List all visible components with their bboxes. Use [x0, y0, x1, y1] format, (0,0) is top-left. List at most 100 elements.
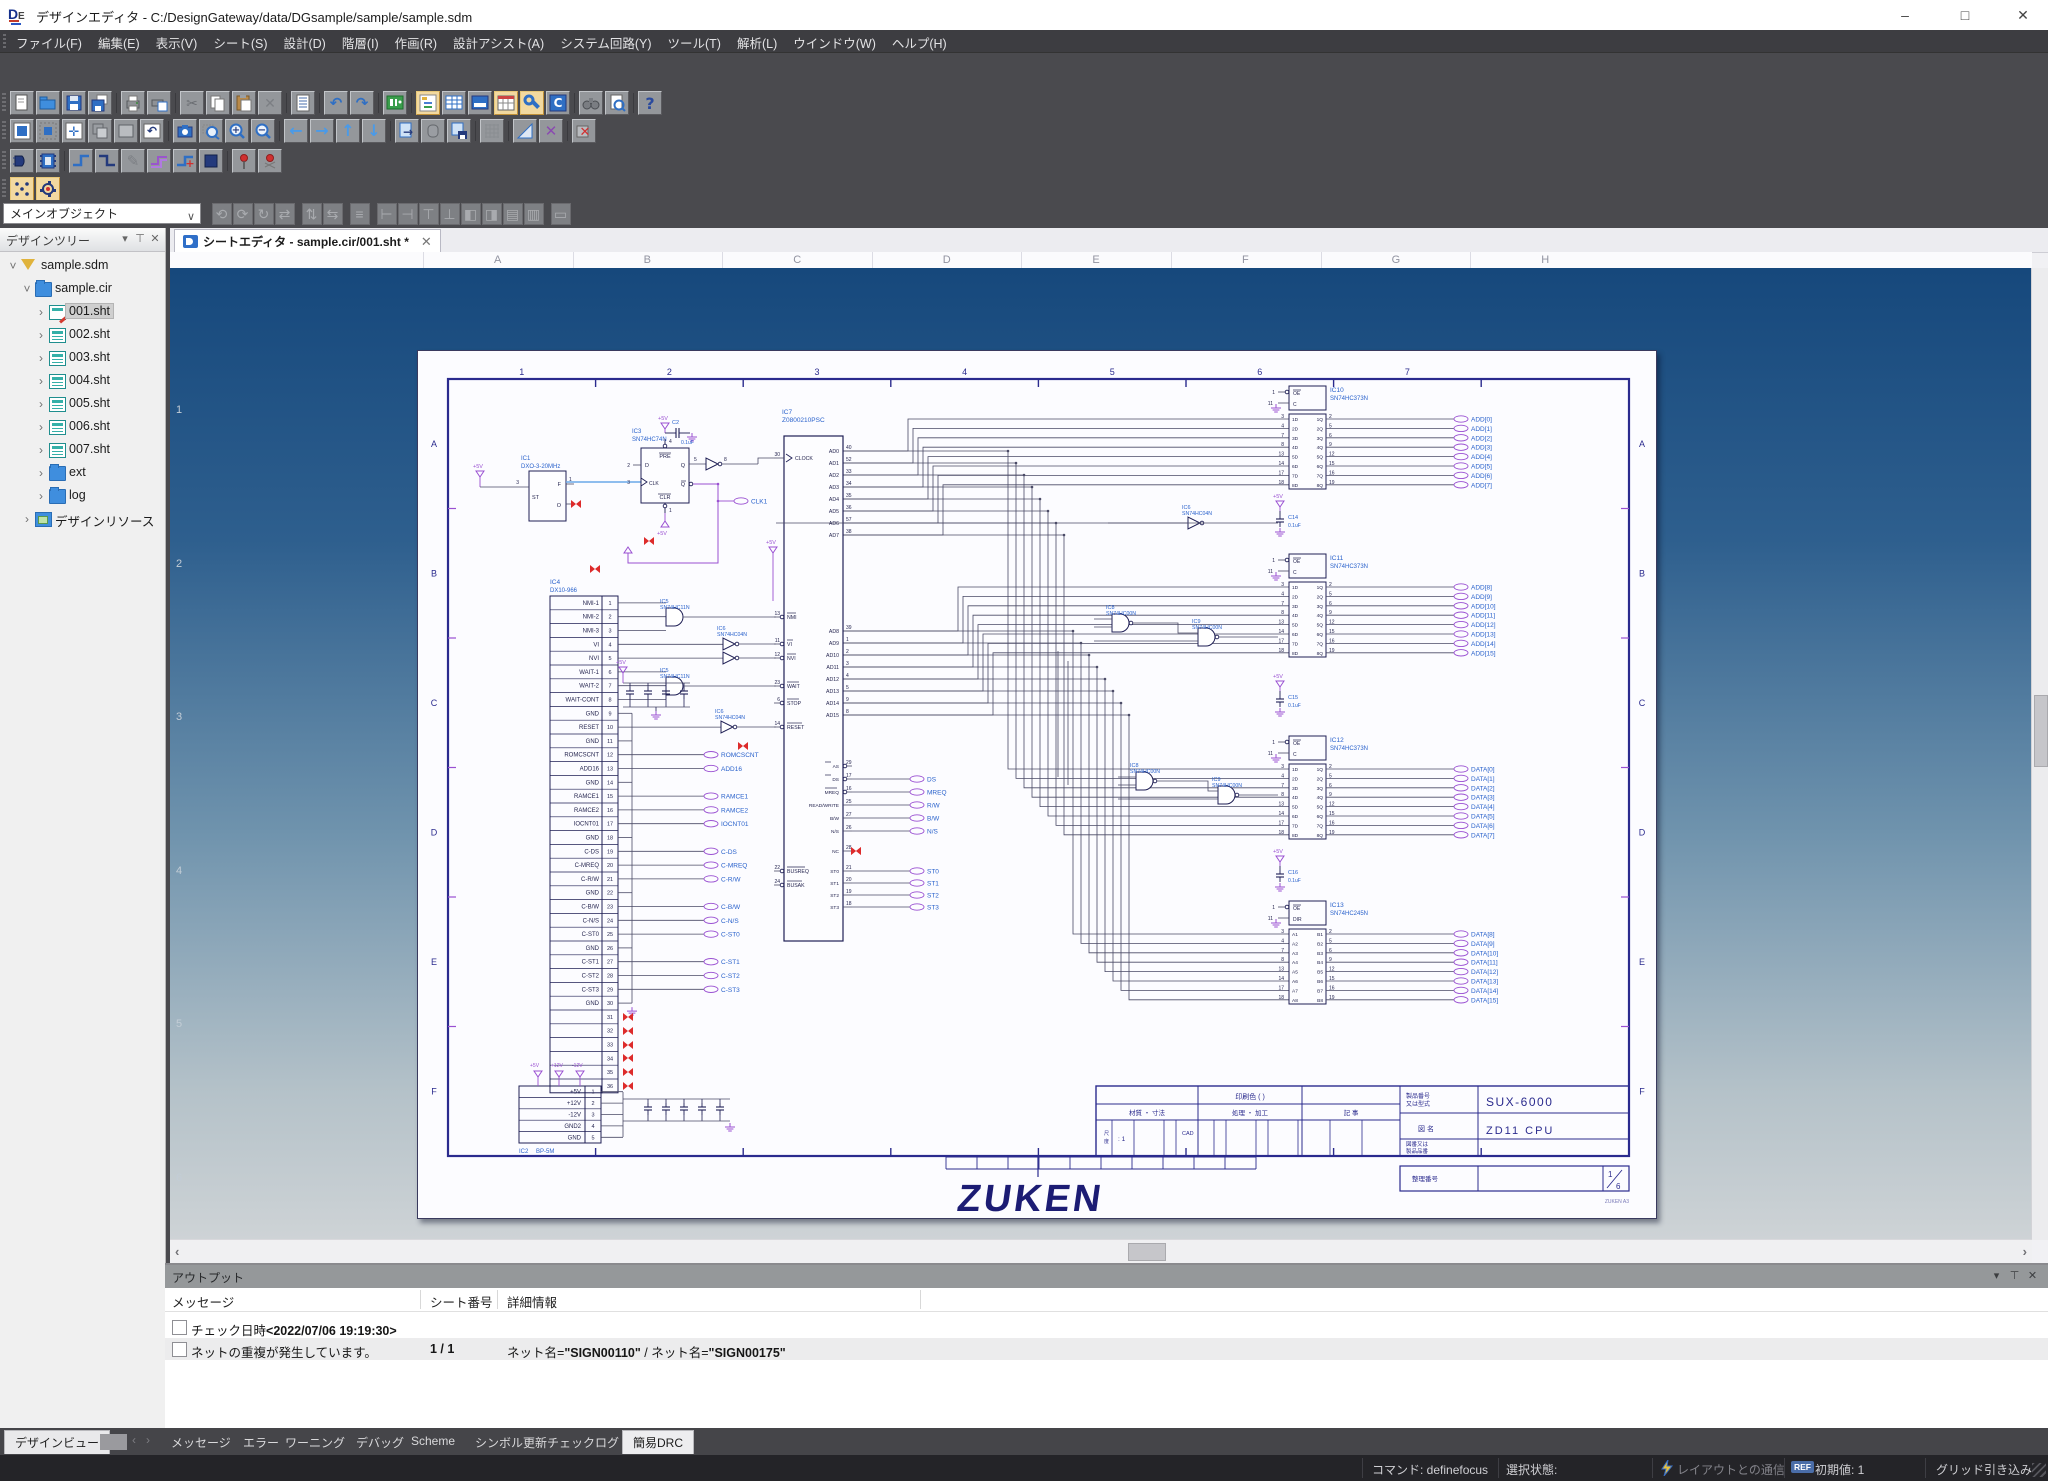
- save-button[interactable]: [62, 91, 86, 115]
- grid-toggle-button[interactable]: [480, 119, 504, 143]
- pan-tool-button[interactable]: [421, 119, 445, 143]
- tab--[interactable]: メッセージ: [171, 1434, 231, 1451]
- tree-item-004-sht[interactable]: ›004.sht: [0, 370, 165, 393]
- tree-expander-icon[interactable]: ›: [36, 374, 46, 388]
- pin-icon[interactable]: ⊤: [2007, 1269, 2022, 1284]
- minimize-button[interactable]: –: [1882, 0, 1928, 30]
- tree-expander-icon[interactable]: ›: [36, 466, 46, 480]
- tree-expander-icon[interactable]: ˅: [8, 259, 18, 273]
- tree-item--[interactable]: ›デザインリソース: [0, 508, 165, 531]
- tree-item-001-sht[interactable]: ›001.sht: [0, 301, 165, 324]
- tree-expander-icon[interactable]: ›: [22, 512, 32, 526]
- checkbox[interactable]: [172, 1342, 187, 1357]
- tree-item-ext[interactable]: ›ext: [0, 462, 165, 485]
- menu-d[interactable]: 設計(D): [275, 30, 333, 52]
- zoom-in-button[interactable]: +: [225, 119, 249, 143]
- tree-expander-icon[interactable]: ›: [36, 443, 46, 457]
- pin-icon[interactable]: ⊤: [133, 232, 147, 246]
- next-sheet-button[interactable]: →: [395, 119, 419, 143]
- resize-grip[interactable]: [2032, 1463, 2046, 1477]
- vertical-scrollbar[interactable]: [2031, 268, 2048, 1240]
- overlap-windows-button[interactable]: [88, 119, 112, 143]
- draw-wire-button[interactable]: [69, 149, 93, 173]
- tree-item-005-sht[interactable]: ›005.sht: [0, 393, 165, 416]
- parts-list-button[interactable]: [442, 91, 466, 115]
- zoom-out-button[interactable]: −: [251, 119, 275, 143]
- object-select-combo[interactable]: メインオブジェクト ∨: [3, 203, 201, 224]
- search-sheet-button[interactable]: [605, 91, 629, 115]
- delete-measure-button[interactable]: ✕: [539, 119, 563, 143]
- bus-entry-button[interactable]: +: [173, 149, 197, 173]
- maximize-button[interactable]: □: [1942, 0, 1988, 30]
- tree-expander-icon[interactable]: ›: [36, 489, 46, 503]
- delete-button[interactable]: ✕: [258, 91, 282, 115]
- draw-bus-button[interactable]: [147, 149, 171, 173]
- horizontal-scrollbar-thumb[interactable]: [1128, 1243, 1166, 1261]
- properties-button[interactable]: [291, 91, 315, 115]
- save-all-button[interactable]: [88, 91, 112, 115]
- redo-button[interactable]: ↷: [350, 91, 374, 115]
- menu-i[interactable]: 階層(I): [334, 30, 387, 52]
- menu-w[interactable]: ウインドウ(W): [785, 30, 884, 52]
- tab-scroll-thumb[interactable]: [100, 1434, 127, 1450]
- horizontal-scrollbar[interactable]: ‹ ›: [170, 1239, 2032, 1263]
- pan-right-button[interactable]: →: [310, 119, 334, 143]
- schematic-canvas[interactable]: 123456 1234567AABBCCDDEEFFIC7Z0800210PSC…: [170, 268, 2032, 1240]
- menu-f[interactable]: ファイル(F): [8, 30, 90, 52]
- tree-item-log[interactable]: ›log: [0, 485, 165, 508]
- panel-close-icon[interactable]: ✕: [148, 232, 162, 246]
- place-component-button[interactable]: [36, 149, 60, 173]
- tree-item-sample-cir[interactable]: ˅sample.cir: [0, 278, 165, 301]
- menu-v[interactable]: 表示(V): [148, 30, 206, 52]
- pan-up-button[interactable]: ↑: [336, 119, 360, 143]
- tab-Scheme[interactable]: Scheme: [411, 1434, 455, 1448]
- grid-snap-settings-button[interactable]: [36, 177, 60, 201]
- checkbox[interactable]: [172, 1320, 187, 1335]
- vertical-scrollbar-thumb[interactable]: [2034, 695, 2048, 767]
- fit-window-button[interactable]: [10, 119, 34, 143]
- frame-view-button[interactable]: [114, 119, 138, 143]
- new-file-button[interactable]: [10, 91, 34, 115]
- place-pin-button[interactable]: [232, 149, 256, 173]
- menu-r[interactable]: 作画(R): [387, 30, 445, 52]
- tree-expander-icon[interactable]: ˅: [22, 282, 32, 296]
- tree-item-003-sht[interactable]: ›003.sht: [0, 347, 165, 370]
- tab--[interactable]: ワーニング: [285, 1434, 345, 1451]
- menu-l[interactable]: 解析(L): [729, 30, 785, 52]
- sheet-manager-button[interactable]: [494, 91, 518, 115]
- zoom-region-button[interactable]: [199, 119, 223, 143]
- print-preview-button[interactable]: [147, 91, 171, 115]
- circuit-window-button[interactable]: C: [546, 91, 570, 115]
- menu-t[interactable]: ツール(T): [659, 30, 728, 52]
- tree-expander-icon[interactable]: ›: [36, 328, 46, 342]
- scroll-left-icon[interactable]: ‹: [175, 1244, 179, 1259]
- panel-menu-icon[interactable]: ▾: [118, 232, 132, 246]
- place-net-pin-button[interactable]: [258, 149, 282, 173]
- open-button[interactable]: [36, 91, 60, 115]
- menu-s[interactable]: シート(S): [205, 30, 275, 52]
- tree-item-006-sht[interactable]: ›006.sht: [0, 416, 165, 439]
- save-view-button[interactable]: [447, 119, 471, 143]
- settings-button[interactable]: [520, 91, 544, 115]
- schematic-sheet[interactable]: 1234567AABBCCDDEEFFIC7Z0800210PSC30CLOCK…: [417, 350, 1657, 1219]
- tree-item-002-sht[interactable]: ›002.sht: [0, 324, 165, 347]
- filled-rect-button[interactable]: [199, 149, 223, 173]
- tab-scroll-right-icon[interactable]: ›: [146, 1433, 150, 1447]
- paste-button[interactable]: [232, 91, 256, 115]
- tab-close-icon[interactable]: ✕: [421, 234, 432, 250]
- tab-easy-drc[interactable]: 簡易DRC: [622, 1430, 694, 1454]
- board-view-button[interactable]: [383, 91, 407, 115]
- tree-expander-icon[interactable]: ›: [36, 351, 46, 365]
- grid-points-button[interactable]: [10, 177, 34, 201]
- copy-button[interactable]: [206, 91, 230, 115]
- delete-marker-button[interactable]: ✕: [572, 119, 596, 143]
- panel-close-icon[interactable]: ✕: [2025, 1269, 2040, 1284]
- tree-expander-icon[interactable]: ›: [36, 397, 46, 411]
- zoom-extents-button[interactable]: ✛: [62, 119, 86, 143]
- undo-button[interactable]: ↶: [324, 91, 348, 115]
- tab-design-view[interactable]: デザインビュー: [4, 1430, 110, 1454]
- help-button[interactable]: ?: [638, 91, 662, 115]
- previous-view-button[interactable]: ↶: [140, 119, 164, 143]
- pan-down-button[interactable]: ↓: [362, 119, 386, 143]
- status-grid-snap[interactable]: グリッド引き込み: [1936, 1461, 2032, 1478]
